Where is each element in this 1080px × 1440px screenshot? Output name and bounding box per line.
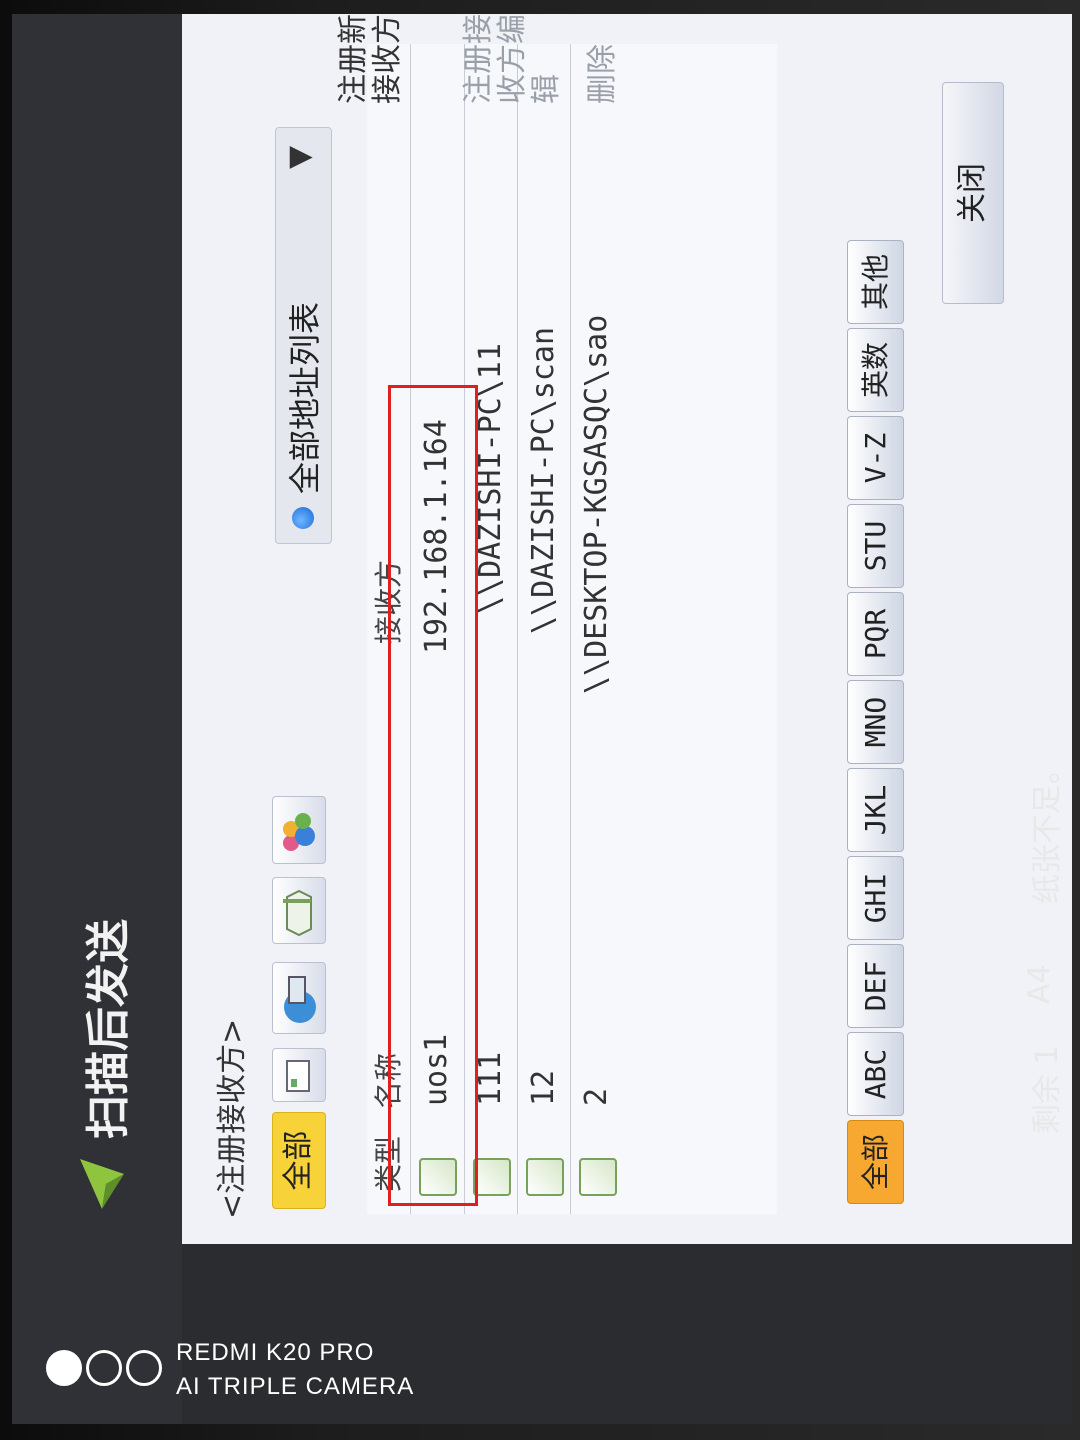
index-jkl-button[interactable]: JKL: [847, 768, 904, 852]
index-mno-label: MNO: [859, 696, 892, 748]
table-row[interactable]: 12 \\DAZISHI-PC\scan: [517, 44, 570, 1214]
delete-button[interactable]: 删除: [577, 44, 621, 104]
index-def-label: DEF: [859, 960, 892, 1012]
index-other-button[interactable]: 其他: [847, 240, 904, 324]
folder-icon[interactable]: [272, 877, 326, 944]
tab-all[interactable]: 全部: [272, 1112, 326, 1209]
folder-icon: [579, 1158, 617, 1196]
index-mno-button[interactable]: MNO: [847, 680, 904, 764]
close-button-label: 关闭: [955, 163, 990, 223]
breadcrumb: <注册接收方>: [215, 1018, 250, 1219]
globe-scanner-icon[interactable]: [272, 962, 326, 1034]
row-recipient: \\DAZISHI-PC\scan: [526, 326, 561, 634]
printer-panel: 扫描后发送 菜单 <注册接收方> 全部 全部地址列表 ▼ 类型 名称 接收方 u…: [12, 14, 1072, 1424]
index-alnum-button[interactable]: 英数: [847, 328, 904, 412]
index-all-label: 全部: [859, 1134, 892, 1191]
paper-size: A4: [1022, 964, 1057, 1004]
edit-recipient-button[interactable]: 注册接收方编辑: [461, 14, 564, 104]
index-other-label: 其他: [859, 254, 892, 311]
watermark-line-1: REDMI K20 PRO: [176, 1339, 375, 1366]
folder-icon: [526, 1158, 564, 1196]
row-recipient: \\DAZISHI-PC\11: [473, 343, 508, 614]
index-ghi-button[interactable]: GHI: [847, 856, 904, 940]
status-message: 纸张不足。: [1030, 754, 1065, 904]
index-stu-button[interactable]: STU: [847, 504, 904, 588]
index-abc-label: ABC: [859, 1048, 892, 1100]
remaining-count: 剩余 1: [1030, 1045, 1065, 1134]
page-title: 扫描后发送: [83, 919, 134, 1139]
camera-watermark: REDMI K20 PRO AI TRIPLE CAMERA: [176, 1336, 414, 1404]
table-row[interactable]: 2 \\DESKTOP-KGSASQC\sao: [570, 44, 623, 1214]
index-vz-button[interactable]: V-Z: [847, 416, 904, 500]
close-button[interactable]: 关闭: [942, 82, 1004, 304]
address-list-label: 全部地址列表: [286, 301, 324, 494]
index-ghi-label: GHI: [859, 872, 892, 924]
send-arrow-icon: [80, 1159, 124, 1209]
highlight-box: [388, 385, 478, 1206]
tab-all-label: 全部: [281, 1130, 316, 1191]
index-all-button[interactable]: 全部: [847, 1120, 904, 1204]
group-icon[interactable]: [272, 796, 326, 864]
radio-selected-icon[interactable]: [292, 507, 314, 529]
row-name: 111: [473, 1051, 508, 1106]
index-def-button[interactable]: DEF: [847, 944, 904, 1028]
index-pqr-label: PQR: [859, 608, 892, 660]
watermark-line-2: AI TRIPLE CAMERA: [176, 1373, 415, 1400]
row-name: 2: [579, 1087, 614, 1106]
row-recipient: \\DESKTOP-KGSASQC\sao: [579, 314, 614, 694]
card-icon[interactable]: [272, 1048, 326, 1102]
index-stu-label: STU: [859, 520, 892, 572]
index-vz-label: V-Z: [859, 432, 892, 484]
register-new-recipient-button[interactable]: 注册新接收方: [336, 14, 405, 104]
index-alnum-label: 英数: [859, 342, 892, 399]
row-name: 12: [526, 1069, 561, 1106]
index-jkl-label: JKL: [859, 784, 892, 836]
camera-dots-icon: [46, 1350, 166, 1390]
chevron-down-icon[interactable]: ▼: [282, 146, 317, 169]
side-item-menu[interactable]: 菜单: [1062, 1348, 1072, 1416]
index-pqr-button[interactable]: PQR: [847, 592, 904, 676]
index-abc-button[interactable]: ABC: [847, 1032, 904, 1116]
folder-icon: [473, 1158, 511, 1196]
